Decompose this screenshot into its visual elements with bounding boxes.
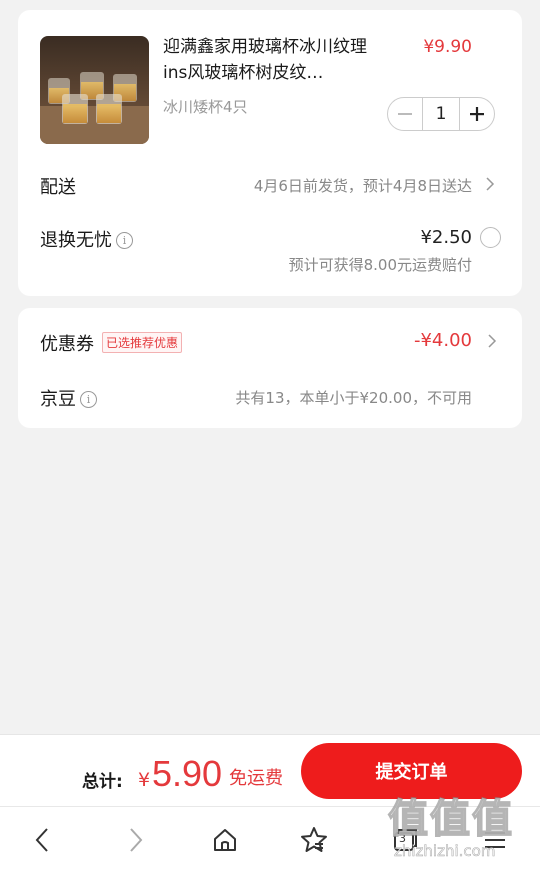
quantity-stepper: 1 — [387, 97, 495, 131]
star-icon — [301, 827, 327, 852]
quantity-value[interactable]: 1 — [422, 98, 460, 130]
discount-card: 优惠券 已选推荐优惠 -¥4.00 京豆 i 共有13，本单小于¥20.00，不可用 — [18, 308, 522, 428]
decrease-button[interactable] — [388, 98, 422, 130]
product-spec[interactable]: 冰川矮杯4只 — [163, 96, 248, 117]
total-label: 总计: — [82, 772, 123, 792]
order-item-card: 迎满鑫家用玻璃杯冰川纹理ins风玻璃杯树皮纹… ¥9.90 冰川矮杯4只 1 配… — [18, 10, 522, 296]
tab-count: 3 — [399, 832, 406, 845]
product-price: ¥9.90 — [423, 37, 472, 57]
forward-icon — [130, 828, 143, 852]
coupon-label[interactable]: 优惠券 已选推荐优惠 — [40, 330, 183, 356]
delivery-value[interactable]: 4月6日前发货，预计4月8日送达 — [254, 175, 472, 196]
info-icon[interactable]: i — [80, 391, 97, 408]
tabs-button[interactable]: 3 — [390, 825, 420, 855]
jingdou-value: 共有13，本单小于¥20.00，不可用 — [235, 389, 472, 407]
home-button[interactable] — [210, 825, 240, 855]
jingdou-label-text: 京豆 — [40, 389, 76, 410]
total-amount: 5.90 — [152, 753, 223, 794]
returns-radio[interactable] — [480, 227, 501, 248]
bookmark-button[interactable] — [299, 825, 329, 855]
product-title[interactable]: 迎满鑫家用玻璃杯冰川纹理ins风玻璃杯树皮纹… — [163, 34, 388, 86]
forward-button[interactable] — [120, 825, 150, 855]
minus-icon — [398, 113, 412, 115]
returns-label: 退换无忧 i — [40, 226, 133, 252]
delivery-label: 配送 — [40, 177, 76, 198]
returns-note: 预计可获得8.00元运费赔付 — [288, 256, 472, 274]
jingdou-label: 京豆 i — [40, 385, 97, 411]
plus-icon — [470, 107, 484, 121]
chevron-right-icon[interactable] — [487, 334, 497, 348]
browser-navbar: 3 — [0, 806, 540, 873]
returns-price: ¥2.50 — [420, 227, 472, 248]
chevron-right-icon[interactable] — [485, 177, 495, 191]
checkout-bar: 总计: ¥ 5.90 免运费 提交订单 — [0, 734, 540, 806]
shipping-note: 免运费 — [229, 768, 283, 789]
product-image[interactable] — [40, 36, 149, 144]
back-button[interactable] — [28, 825, 58, 855]
info-icon[interactable]: i — [116, 232, 133, 249]
increase-button[interactable] — [460, 98, 494, 130]
coupon-value[interactable]: -¥4.00 — [414, 330, 472, 351]
coupon-tag: 已选推荐优惠 — [102, 332, 183, 353]
submit-order-button[interactable]: 提交订单 — [301, 743, 522, 799]
menu-button[interactable] — [480, 825, 510, 855]
home-icon — [214, 829, 236, 851]
back-icon — [35, 828, 48, 852]
returns-label-text: 退换无忧 — [40, 230, 112, 251]
coupon-label-text: 优惠券 — [40, 334, 94, 355]
menu-icon — [485, 832, 505, 848]
total-currency: ¥ — [138, 769, 151, 791]
